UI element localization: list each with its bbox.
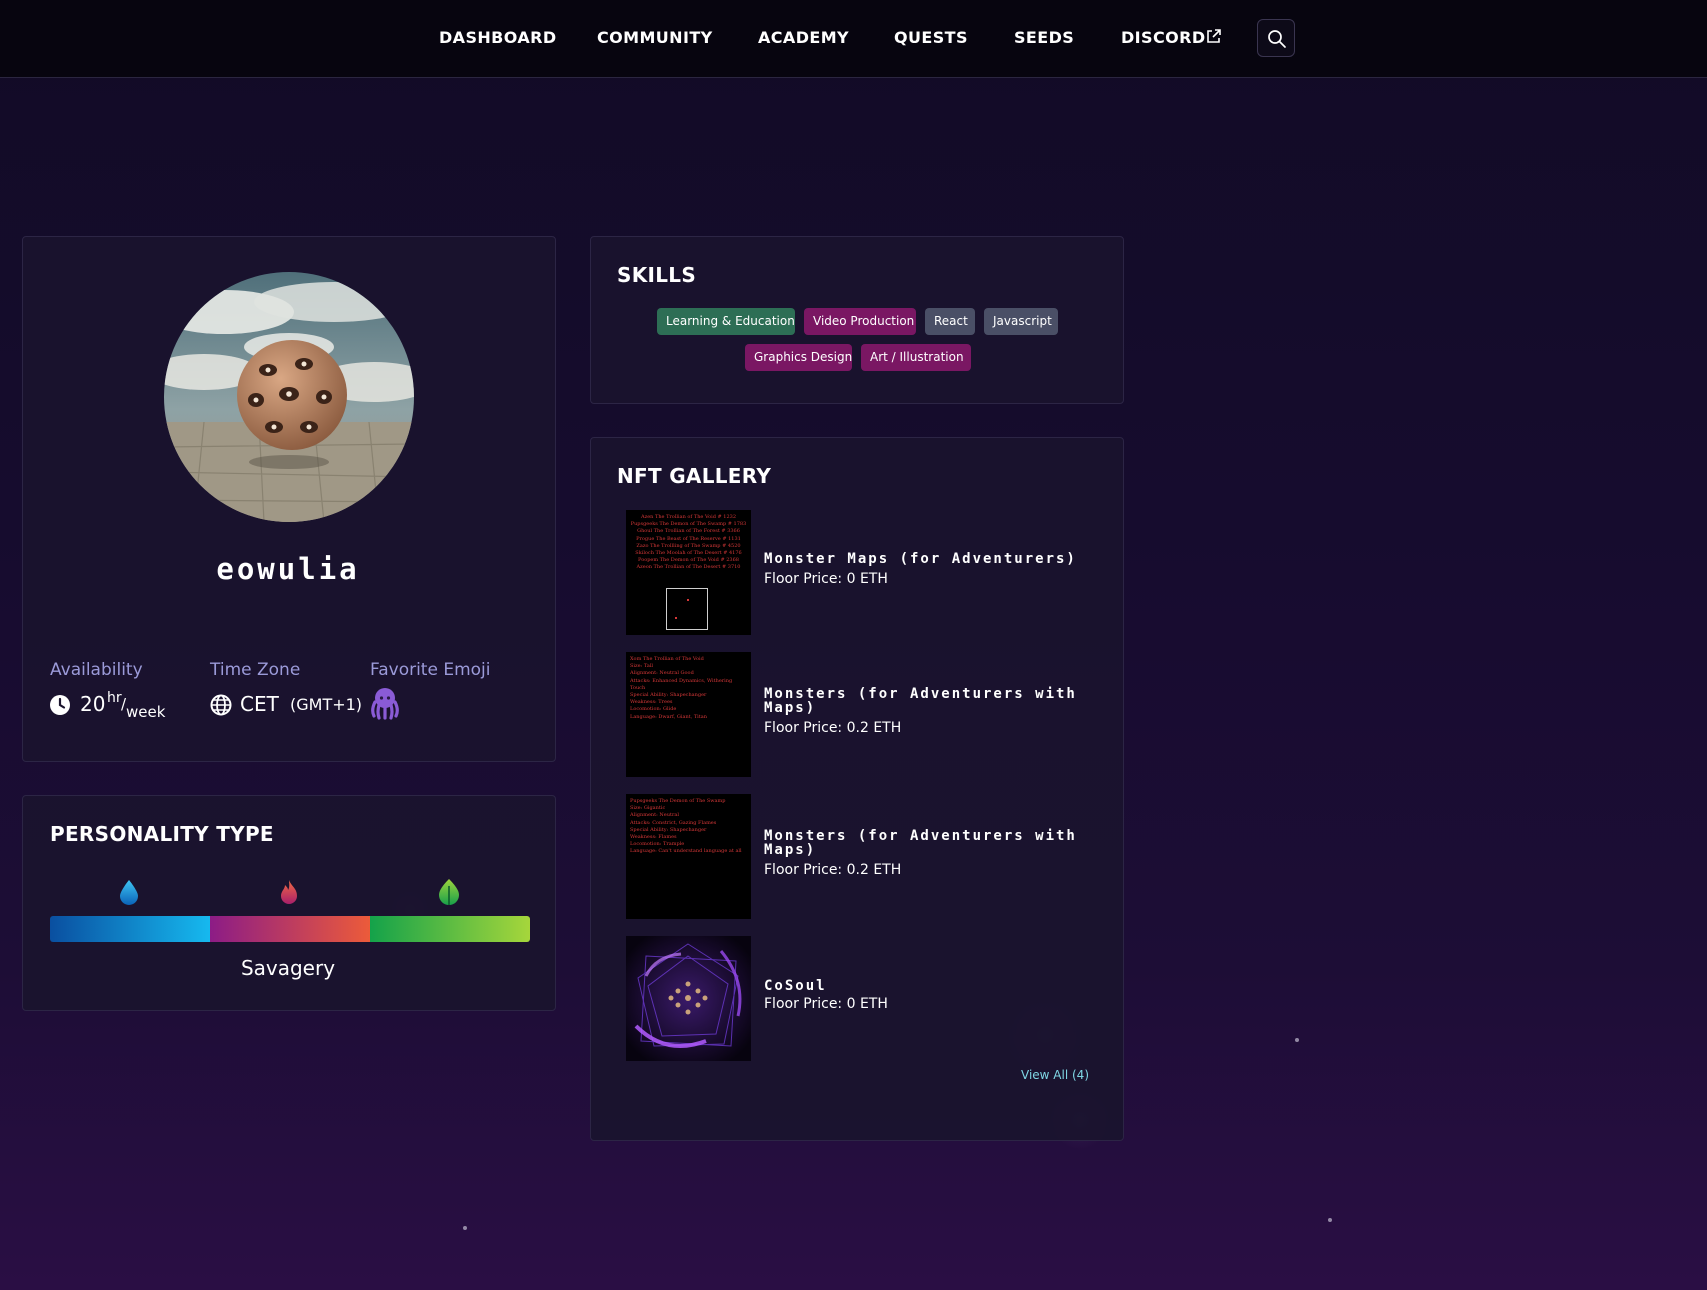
nav-seeds[interactable]: SEEDS: [1014, 26, 1074, 50]
background-star: [1328, 1218, 1332, 1222]
avatar: [164, 272, 414, 522]
skill-tag[interactable]: Video Production: [804, 308, 916, 335]
view-all-link[interactable]: View All (4): [1021, 1068, 1089, 1082]
nft-name[interactable]: Monsters (for Adventurers with Maps): [764, 687, 1094, 715]
personality-segment-water: [50, 916, 210, 942]
octopus-icon: [371, 688, 399, 720]
nav-dashboard[interactable]: DASHBOARD: [439, 26, 557, 50]
timezone-offset: (GMT+1): [290, 695, 363, 714]
clock-icon: [50, 695, 70, 715]
map-frame: [666, 588, 708, 630]
nft-floor-price: Floor Price: 0.2 ETH: [764, 862, 902, 878]
availability-unit-hours: hr: [107, 690, 122, 706]
skill-tag[interactable]: Learning & Education: [657, 308, 795, 335]
cosoul-artwork: [626, 936, 751, 1061]
personality-bar: [50, 916, 530, 942]
fire-icon: [281, 880, 297, 904]
nft-floor-price: Floor Price: 0 ETH: [764, 996, 888, 1012]
nft-thumbnail-text: Pupsgeeks The Demon of The Swamp Size: Gi…: [630, 798, 742, 855]
nft-thumbnail[interactable]: Azen The Trollian of The Void # 1232 Pups…: [626, 510, 751, 635]
skill-tag[interactable]: Art / Illustration: [861, 344, 971, 371]
availability-label: Availability: [50, 660, 143, 680]
search-icon: [1268, 30, 1286, 48]
globe-icon: [210, 694, 232, 716]
nav-discord[interactable]: DISCORD: [1121, 26, 1206, 50]
nft-floor-price: Floor Price: 0.2 ETH: [764, 720, 902, 736]
personality-segment-earth: [370, 916, 530, 942]
nav-community[interactable]: COMMUNITY: [597, 26, 713, 50]
water-drop-icon: [120, 880, 138, 905]
background-star: [1295, 1038, 1299, 1042]
avatar-image: [164, 272, 414, 522]
personality-segment-fire: [210, 916, 370, 942]
nft-thumbnail-text: Xom The Trollian of The Void Size: Tall Al…: [630, 656, 733, 720]
nft-name[interactable]: Monster Maps (for Adventurers): [764, 552, 1094, 566]
nft-gallery-title: NFT GALLERY: [617, 464, 772, 488]
skill-tag[interactable]: React: [925, 308, 975, 335]
nft-thumbnail[interactable]: [626, 936, 751, 1061]
timezone-label: Time Zone: [210, 660, 301, 680]
availability-unit-week: week: [126, 703, 166, 721]
nft-thumbnail-text: Azen The Trollian of The Void # 1232 Pups…: [630, 514, 747, 571]
nft-thumbnail[interactable]: Xom The Trollian of The Void Size: Tall Al…: [626, 652, 751, 777]
favorite-emoji-label: Favorite Emoji: [370, 660, 491, 680]
skills-title: SKILLS: [617, 263, 697, 287]
nft-floor-price: Floor Price: 0 ETH: [764, 571, 888, 587]
search-button[interactable]: [1257, 19, 1295, 57]
nav-quests[interactable]: QUESTS: [894, 26, 968, 50]
nft-thumbnail[interactable]: Pupsgeeks The Demon of The Swamp Size: Gi…: [626, 794, 751, 919]
leaf-icon: [439, 879, 459, 905]
availability-value: 20: [80, 692, 106, 716]
top-navigation: DASHBOARD COMMUNITY ACADEMY QUESTS SEEDS…: [0, 0, 1707, 78]
personality-type-name: Savagery: [240, 956, 336, 980]
external-link-icon[interactable]: [1205, 28, 1222, 45]
nav-academy[interactable]: ACADEMY: [758, 26, 849, 50]
skill-tag[interactable]: Javascript: [984, 308, 1058, 335]
nft-name[interactable]: Monsters (for Adventurers with Maps): [764, 829, 1094, 857]
username: eowulia: [216, 552, 360, 586]
nft-name[interactable]: CoSoul: [764, 979, 1094, 993]
background-star: [463, 1226, 467, 1230]
skill-tag[interactable]: Graphics Design: [745, 344, 852, 371]
personality-title: PERSONALITY TYPE: [50, 822, 274, 846]
timezone-value: CET: [240, 692, 279, 716]
